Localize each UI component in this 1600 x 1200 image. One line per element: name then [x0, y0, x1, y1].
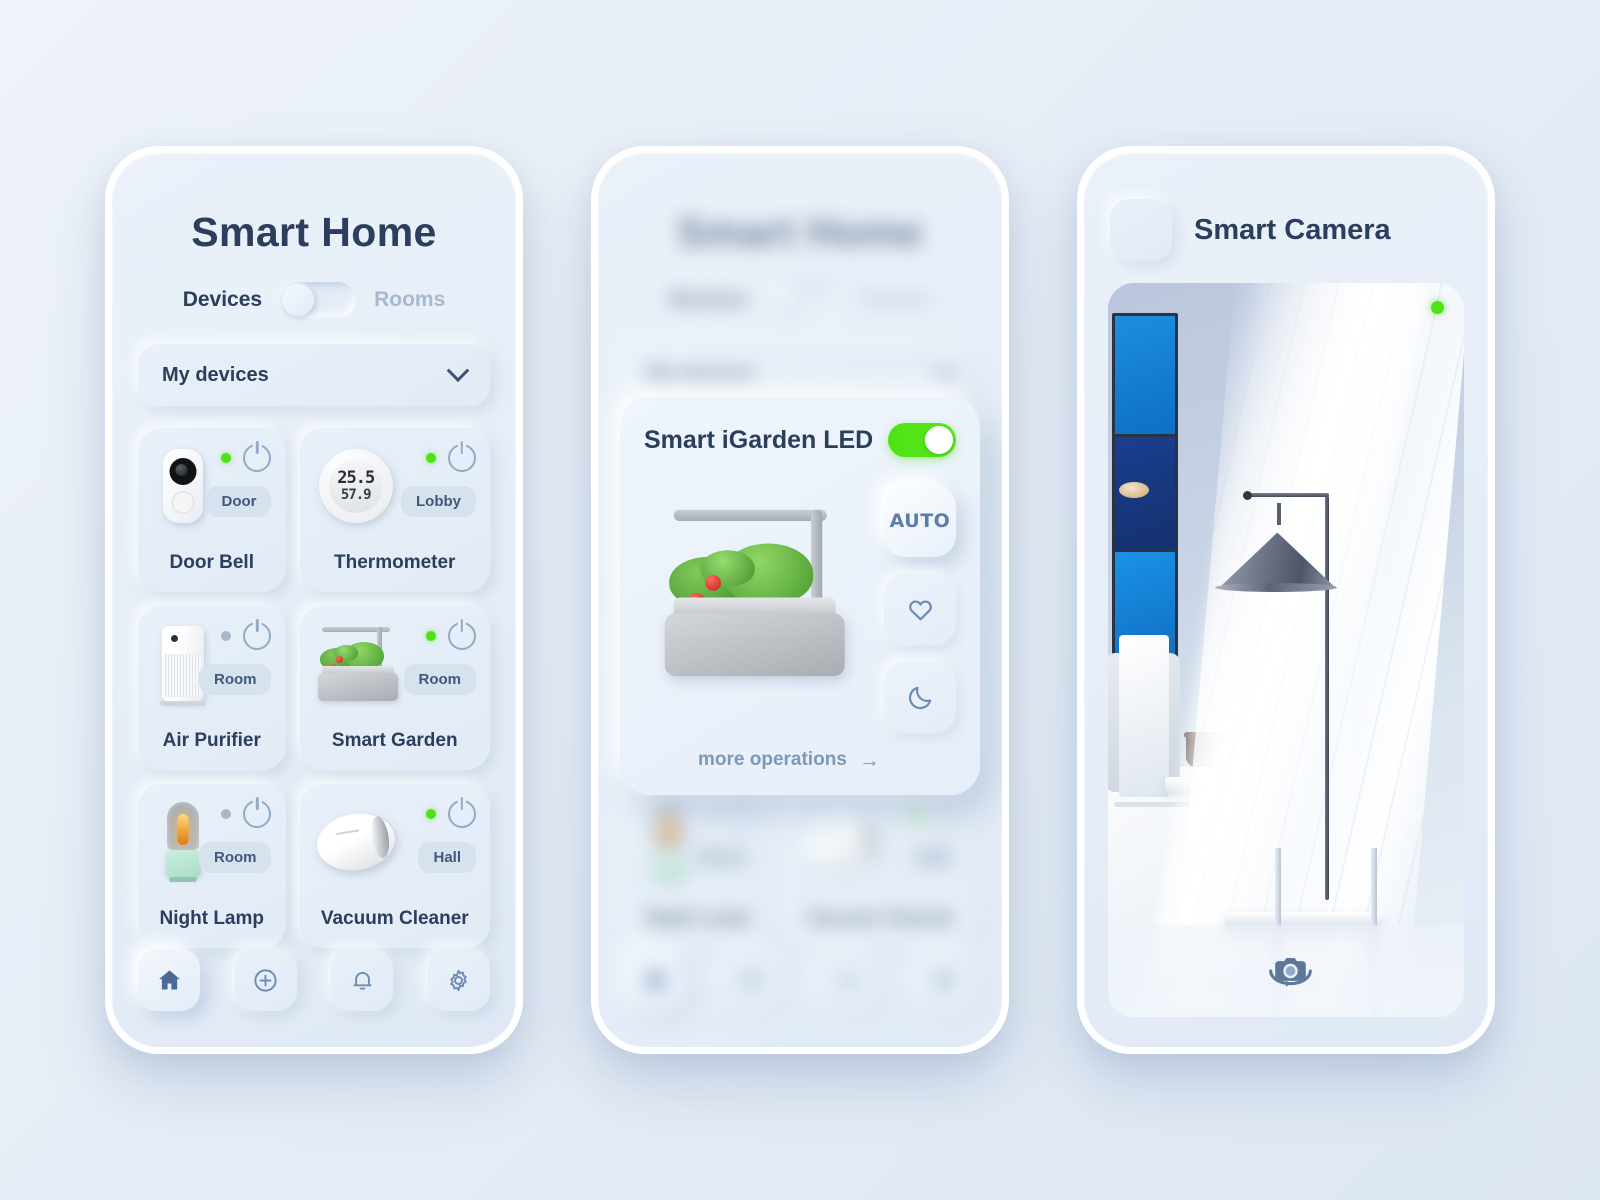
device-grid: Door Door Bell 25.5 57.9 Lobby Thermomet…	[138, 428, 490, 948]
heart-icon	[908, 600, 932, 620]
device-card-vacuum-cleaner[interactable]: Hall Vacuum Cleaner	[299, 784, 490, 948]
camera-screen: Smart Camera	[1084, 153, 1488, 1047]
modal-body: AUTO	[644, 477, 956, 733]
nav-notifications-button[interactable]	[331, 949, 394, 1011]
bottom-nav	[138, 949, 490, 1011]
power-toggle[interactable]	[888, 423, 956, 457]
smart-garden-large-icon	[656, 505, 859, 681]
toggle-knob	[282, 284, 315, 316]
floor-lamp-arm	[1242, 490, 1329, 500]
device-name: Door Bell	[169, 552, 254, 573]
camera-scene	[1108, 283, 1464, 1017]
device-name: Smart Garden	[331, 730, 458, 751]
power-icon[interactable]	[448, 622, 476, 650]
chevron-down-icon	[446, 359, 470, 383]
arrow-right-icon: →	[858, 748, 880, 772]
power-icon[interactable]	[243, 800, 272, 828]
vacuum-cleaner-icon	[312, 808, 399, 876]
room-badge: Room	[403, 664, 476, 695]
auto-label: AUTO	[889, 510, 951, 532]
room-badge: Lobby	[401, 486, 476, 517]
phone-device-detail: Smart Home Devices Rooms My devices Room…	[591, 146, 1009, 1054]
device-card-thermometer[interactable]: 25.5 57.9 Lobby Thermometer	[299, 428, 490, 592]
devices-rooms-toggle[interactable]	[280, 282, 357, 318]
floor-lamp-shade-rim	[1214, 582, 1337, 592]
room-badge: Door	[206, 486, 272, 517]
page-title: Smart Home	[191, 209, 437, 255]
device-card-smart-garden[interactable]: Room Smart Garden	[299, 606, 490, 770]
doorbell-icon	[163, 449, 204, 523]
device-detail-modal: Smart iGarden LED AUTO more operations →	[620, 397, 980, 795]
humidity-readout: 57.9	[340, 487, 372, 503]
night-lamp-icon	[163, 802, 203, 882]
device-card-door-bell[interactable]: Door Door Bell	[138, 428, 286, 592]
home-content: Smart Home Devices Rooms My devices Door…	[112, 153, 516, 1047]
camera-controls-bar	[1108, 925, 1464, 1017]
home-icon	[158, 969, 180, 989]
phone-home: Smart Home Devices Rooms My devices Door…	[105, 146, 523, 1054]
room-badge: Room	[198, 664, 272, 695]
tab-rooms[interactable]: Rooms	[374, 288, 445, 312]
modal-title: Smart iGarden LED	[644, 425, 874, 454]
back-button[interactable]	[1110, 199, 1172, 261]
room-badge: Hall	[418, 842, 476, 873]
status-indicator	[221, 809, 232, 819]
smart-garden-icon	[314, 625, 399, 703]
room-badge: Room	[198, 842, 272, 873]
more-operations-link[interactable]: more operations →	[644, 749, 956, 771]
phone-camera: Smart Camera	[1077, 146, 1495, 1054]
wall-artwork	[1112, 313, 1178, 673]
plus-circle-icon	[254, 968, 277, 992]
favorite-button[interactable]	[884, 573, 956, 645]
device-group-dropdown[interactable]: My devices	[138, 344, 490, 406]
device-name: Air Purifier	[162, 730, 261, 751]
camera-title: Smart Camera	[1194, 213, 1391, 246]
device-name: Thermometer	[334, 552, 456, 573]
temperature-readout: 25.5	[337, 468, 375, 488]
modal-side-controls: AUTO	[884, 477, 956, 733]
throw-blanket	[1118, 635, 1169, 797]
segmented-control: Devices Rooms	[138, 282, 490, 318]
more-operations-label: more operations	[698, 749, 847, 770]
dropdown-label: My devices	[162, 363, 269, 386]
arrow-left-icon	[1127, 216, 1155, 244]
air-purifier-icon	[160, 626, 207, 706]
camera-header: Smart Camera	[1110, 199, 1462, 261]
tab-devices[interactable]: Devices	[183, 288, 262, 312]
auto-button[interactable]: AUTO	[884, 485, 956, 557]
home-screen: Smart Home Devices Rooms My devices Door…	[112, 153, 516, 1047]
device-card-night-lamp[interactable]: Room Night Lamp	[138, 784, 286, 948]
device-name: Vacuum Cleaner	[320, 908, 469, 929]
status-indicator	[221, 631, 232, 641]
bell-icon	[353, 971, 372, 990]
nav-home-button[interactable]	[138, 949, 200, 1011]
status-indicator	[221, 453, 232, 463]
recording-indicator	[1431, 301, 1444, 314]
camera-feed[interactable]	[1108, 283, 1464, 1017]
floor-lamp-stem	[1277, 503, 1282, 526]
thermometer-icon: 25.5 57.9	[318, 449, 393, 523]
device-card-air-purifier[interactable]: Room Air Purifier	[138, 606, 286, 770]
status-indicator	[426, 631, 436, 641]
gear-icon	[450, 969, 468, 991]
nav-add-button[interactable]	[234, 949, 297, 1011]
nav-settings-button[interactable]	[427, 949, 490, 1011]
device-name: Night Lamp	[159, 908, 265, 929]
status-indicator	[426, 809, 436, 819]
status-indicator	[426, 453, 436, 463]
camera-rotate-icon[interactable]	[1259, 949, 1313, 993]
night-mode-button[interactable]	[884, 661, 956, 733]
moon-icon	[908, 686, 931, 709]
power-icon[interactable]	[448, 444, 476, 472]
device-preview	[644, 477, 870, 709]
power-toggle-knob	[925, 426, 953, 454]
screens-row: Smart Home Devices Rooms My devices Door…	[0, 0, 1600, 1200]
power-icon[interactable]	[448, 800, 476, 828]
modal-header: Smart iGarden LED	[644, 423, 956, 457]
power-icon[interactable]	[243, 622, 272, 650]
device-detail-screen: Smart Home Devices Rooms My devices Room…	[598, 153, 1002, 1047]
power-icon[interactable]	[243, 444, 272, 472]
floor-lamp-pole	[1325, 495, 1330, 900]
